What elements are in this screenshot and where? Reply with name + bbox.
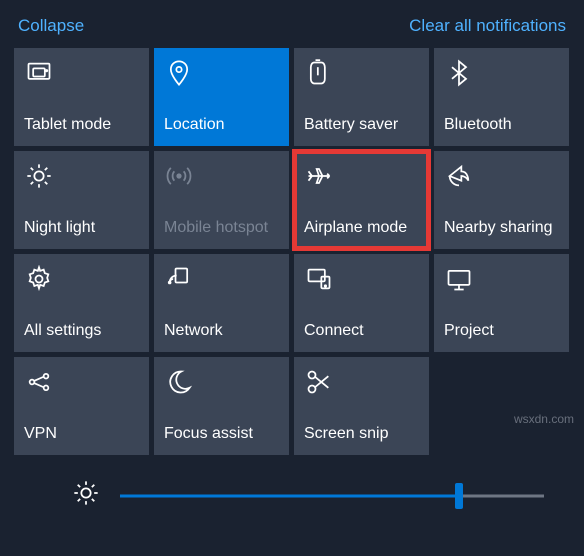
tile-battery-saver[interactable]: Battery saver — [294, 48, 429, 146]
tile-vpn[interactable]: VPN — [14, 357, 149, 455]
tile-nearby-sharing[interactable]: Nearby sharing — [434, 151, 569, 249]
tile-tablet-mode[interactable]: Tablet mode — [14, 48, 149, 146]
tile-bluetooth[interactable]: Bluetooth — [434, 48, 569, 146]
vpn-icon — [24, 367, 54, 397]
settings-icon — [24, 264, 54, 294]
share-icon — [444, 161, 474, 191]
network-icon — [164, 264, 194, 294]
tile-label: Battery saver — [304, 115, 419, 134]
quick-actions-grid: Tablet mode Location Battery saver Bluetoot… — [0, 48, 584, 455]
tile-all-settings[interactable]: All settings — [14, 254, 149, 352]
tile-label: Airplane mode — [304, 218, 419, 237]
tile-label: Mobile hotspot — [164, 218, 279, 237]
snip-icon — [304, 367, 334, 397]
tile-label: Project — [444, 321, 559, 340]
tile-project[interactable]: Project — [434, 254, 569, 352]
project-icon — [444, 264, 474, 294]
tile-screen-snip[interactable]: Screen snip — [294, 357, 429, 455]
tile-mobile-hotspot: Mobile hotspot — [154, 151, 289, 249]
watermark: wsxdn.com — [514, 412, 574, 426]
tile-label: Network — [164, 321, 279, 340]
sun-icon — [24, 161, 54, 191]
tile-label: Nearby sharing — [444, 218, 559, 237]
tile-location[interactable]: Location — [154, 48, 289, 146]
tile-label: Night light — [24, 218, 139, 237]
collapse-link[interactable]: Collapse — [18, 16, 84, 36]
brightness-icon — [72, 479, 100, 512]
hotspot-icon — [164, 161, 194, 191]
battery-icon — [304, 58, 334, 88]
tile-airplane-mode[interactable]: Airplane mode — [294, 151, 429, 249]
moon-icon — [164, 367, 194, 397]
tablet-icon — [24, 58, 54, 88]
tile-focus-assist[interactable]: Focus assist — [154, 357, 289, 455]
tile-label: Connect — [304, 321, 419, 340]
tile-label: Bluetooth — [444, 115, 559, 134]
tile-label: VPN — [24, 424, 139, 443]
tile-label: Tablet mode — [24, 115, 139, 134]
tile-label: Screen snip — [304, 424, 419, 443]
connect-icon — [304, 264, 334, 294]
bluetooth-icon — [444, 58, 474, 88]
tile-label: Focus assist — [164, 424, 279, 443]
tile-label: All settings — [24, 321, 139, 340]
clear-notifications-link[interactable]: Clear all notifications — [409, 16, 566, 36]
airplane-icon — [304, 161, 334, 191]
tile-night-light[interactable]: Night light — [14, 151, 149, 249]
location-icon — [164, 58, 194, 88]
tile-label: Location — [164, 115, 279, 134]
brightness-slider[interactable] — [120, 486, 544, 506]
tile-network[interactable]: Network — [154, 254, 289, 352]
tile-connect[interactable]: Connect — [294, 254, 429, 352]
